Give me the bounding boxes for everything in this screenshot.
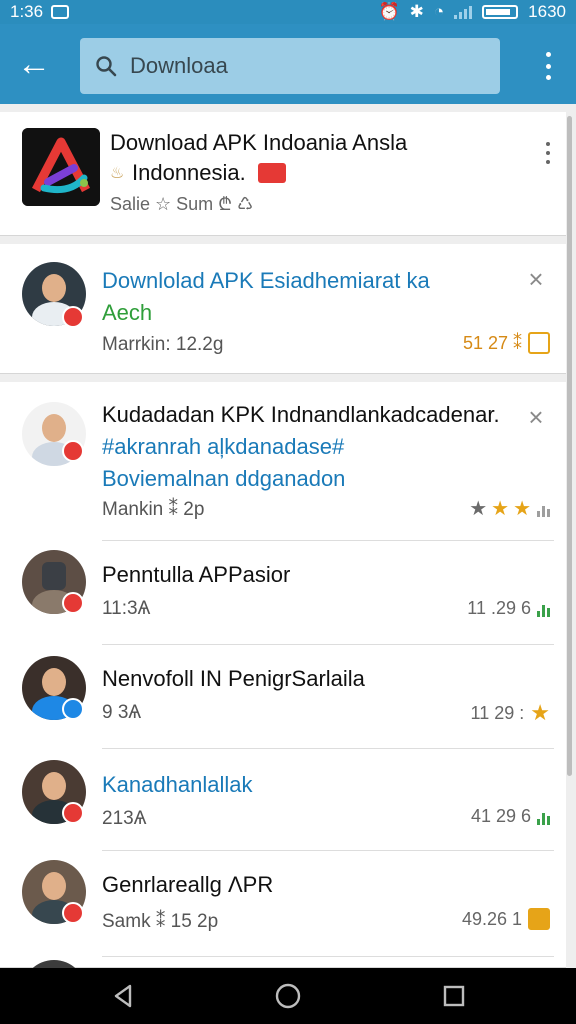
list-item[interactable]: Kanadhanlallak 213Ѧ 41 29 6 xyxy=(0,750,566,850)
item-stats-text: 11 29 : xyxy=(470,702,525,723)
divider xyxy=(102,748,554,749)
app-logo-icon xyxy=(22,128,100,206)
list-item[interactable]: Genrlareallg ΛPR Samk ⁑ 15 2p 49.26 1 xyxy=(0,852,566,956)
verified-badge-icon xyxy=(62,306,84,328)
torch-icon: ♨ xyxy=(110,165,125,182)
wifi-icon: ◔ xyxy=(433,2,445,21)
item-title: Genrlareallg ΛPR xyxy=(102,872,274,897)
notification-icon xyxy=(51,5,70,19)
item-description: Boviemalnan ddganadon xyxy=(102,466,346,491)
thumb-up-icon xyxy=(528,332,550,354)
item-stats: 49.26 1 xyxy=(462,908,550,930)
signal-icon xyxy=(454,5,473,19)
divider xyxy=(102,540,554,541)
close-icon[interactable]: × xyxy=(524,404,548,430)
app-bar: ← xyxy=(0,24,576,104)
item-meta: Marrkin: 12.2g xyxy=(102,334,224,355)
app-result-card[interactable]: Download APK Indoania Ansla ♨ Indonnesia… xyxy=(0,112,566,236)
app-meta: Salie ☆ Sum ₾ ♺ xyxy=(110,194,254,214)
item-meta: 11:3Ѧ xyxy=(102,598,151,619)
avatar xyxy=(22,960,86,968)
divider xyxy=(102,850,554,851)
item-meta: Samk ⁑ 15 2p xyxy=(102,911,219,932)
list-card: Downlolad APK Esiadhemiarat ka Aech Marr… xyxy=(0,244,566,374)
item-stats-text: 51 27 ⁑ xyxy=(462,332,522,353)
status-bar: 1:36 ⏰ ✱ ◔ 1630 xyxy=(0,0,576,24)
item-stats: 11 29 : ★ xyxy=(471,700,550,726)
item-stats-text: 49.26 1 xyxy=(461,908,522,929)
item-stats: 11 .29 6 xyxy=(467,598,550,619)
star-icon: ★ xyxy=(530,700,550,725)
results-list[interactable]: Download APK Indoania Ansla ♨ Indonnesia… xyxy=(0,104,576,968)
signal-bars-icon xyxy=(537,501,550,517)
item-stats: 41 29 6 xyxy=(471,806,550,827)
system-nav-bar xyxy=(0,968,576,1024)
item-stats: 51 27 ⁑ xyxy=(463,332,550,354)
item-meta: 213Ѧ xyxy=(102,808,147,829)
divider xyxy=(102,644,554,645)
nav-back-icon[interactable] xyxy=(108,980,140,1012)
bluetooth-icon: ✱ xyxy=(409,2,424,21)
item-stats-text: 11 .29 6 xyxy=(467,598,531,618)
app-subtitle-row: ♨ Indonnesia. xyxy=(110,160,286,186)
verified-badge-icon xyxy=(62,902,84,924)
star-icon: ★ xyxy=(491,498,510,520)
verified-badge-icon xyxy=(62,802,84,824)
list-item[interactable]: Penntulla APPasior 11:3Ѧ 11 .29 6 xyxy=(0,542,566,644)
signal-bars-icon xyxy=(537,601,550,617)
item-title: Downlolad APK Esiadhemiarat ka xyxy=(102,268,430,293)
list-item[interactable]: Nenvofoll IN PenigrSarlaila 9 3Ѧ 11 29 :… xyxy=(0,646,566,748)
more-vertical-icon[interactable] xyxy=(538,52,558,80)
search-icon xyxy=(96,56,117,77)
item-rating: ★ ★ ★ xyxy=(469,496,550,521)
item-subtitle: Aech xyxy=(102,300,153,325)
search-box[interactable] xyxy=(80,38,500,94)
list-card: Kudadadan KPK Indnandlankadcadenar. #akr… xyxy=(0,382,566,968)
item-title: Nenvofoll IN PenigrSarlaila xyxy=(102,666,365,691)
nav-recent-apps-icon[interactable] xyxy=(438,980,470,1012)
flag-icon xyxy=(257,163,286,183)
close-icon[interactable]: × xyxy=(524,266,548,292)
search-input[interactable] xyxy=(130,53,470,79)
verified-badge-icon xyxy=(62,698,84,720)
verified-badge-icon xyxy=(62,592,84,614)
signal-bars-icon xyxy=(537,809,550,825)
item-meta: 9 3Ѧ xyxy=(102,702,142,723)
item-title: Penntulla APPasior xyxy=(102,562,291,587)
back-arrow-icon[interactable]: ← xyxy=(14,46,54,86)
item-meta: Mankin ⁑ 2p xyxy=(102,499,205,520)
verified-badge-icon xyxy=(62,440,84,462)
battery-text: 1630 xyxy=(528,2,566,21)
alarm-icon: ⏰ xyxy=(378,2,400,21)
item-title: Kanadhanlallak xyxy=(102,772,253,797)
scrollbar[interactable] xyxy=(567,116,572,776)
item-title: Kudadadan KPK Indnandlankadcadenar. xyxy=(102,402,500,427)
rating-stars: ★ ★ ★ xyxy=(469,496,531,521)
more-vertical-icon[interactable] xyxy=(544,142,552,164)
item-subtitle: #akranrah aļkdanadase# xyxy=(102,434,345,459)
list-item[interactable]: Downlolad APK Esiadhemiarat ka Aech Marr… xyxy=(0,244,566,374)
app-title: Download APK Indoania Ansla xyxy=(110,130,408,155)
app-subtitle: Indonnesia. xyxy=(132,160,246,185)
star-icon: ★ xyxy=(513,498,531,520)
star-icon: ★ xyxy=(469,498,488,520)
battery-icon xyxy=(482,5,519,19)
thumb-up-icon xyxy=(528,908,550,930)
status-icons: ⏰ ✱ ◔ 1630 xyxy=(378,2,566,22)
divider xyxy=(102,956,554,957)
list-item[interactable]: Kudadadan KPK Indnandlankadcadenar. #akr… xyxy=(0,382,566,540)
status-time: 1:36 xyxy=(10,2,44,21)
nav-home-icon[interactable] xyxy=(272,980,304,1012)
item-stats-text: 41 29 6 xyxy=(470,806,531,826)
